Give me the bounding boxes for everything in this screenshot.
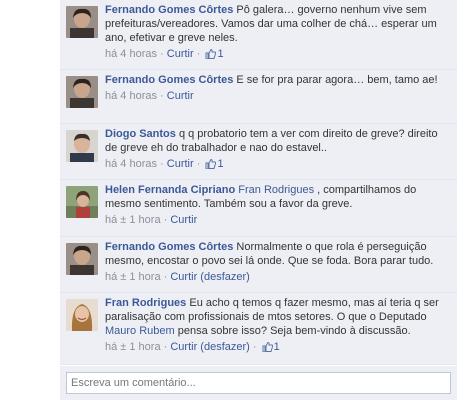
like-link[interactable]: Curtir: [170, 214, 197, 226]
comment: Fernando Gomes Côrtes E se for pra parar…: [60, 70, 457, 124]
like-count[interactable]: 1: [217, 48, 223, 60]
avatar[interactable]: [66, 243, 98, 275]
unlike-link[interactable]: Curtir (desfazer): [170, 341, 249, 353]
meta-separator: ·: [156, 48, 167, 60]
comment-time: há 4 horas: [105, 90, 157, 102]
comment-author[interactable]: Fernando Gomes Côrtes: [105, 74, 233, 86]
comment-text: E se for pra parar agora… bem, tamo ae!: [233, 74, 438, 86]
comment-author[interactable]: Helen Fernanda Cipriano: [105, 184, 235, 196]
comment-meta: há ± 1 hora · Curtir (desfazer) · 1: [105, 340, 449, 356]
comment-time: há ± 1 hora: [105, 214, 161, 226]
comment-body: Helen Fernanda Cipriano Fran Rodrigues ,…: [105, 180, 457, 227]
mention-link[interactable]: Fran Rodrigues: [238, 184, 314, 196]
comment-meta: há ± 1 hora · Curtir (desfazer): [105, 270, 449, 284]
like-link[interactable]: Curtir: [167, 90, 194, 102]
comment: Helen Fernanda Cipriano Fran Rodrigues ,…: [60, 180, 457, 237]
thumbs-up-icon[interactable]: [262, 341, 273, 356]
comment-body: Fernando Gomes Côrtes Pô galera… governo…: [105, 0, 457, 63]
meta-separator: ·: [193, 48, 204, 60]
meta-separator: ·: [193, 158, 204, 170]
comment-thread: Fernando Gomes Côrtes Pô galera… governo…: [60, 0, 457, 365]
comment-time: há 4 horas: [105, 158, 157, 170]
comment-meta: há 4 horas · Curtir · 1: [105, 47, 449, 63]
avatar[interactable]: [66, 299, 98, 331]
like-link[interactable]: Curtir: [167, 48, 194, 60]
comment-body: Fernando Gomes Côrtes E se for pra parar…: [105, 70, 457, 103]
like-count[interactable]: 1: [217, 158, 223, 170]
meta-separator: ·: [160, 271, 171, 283]
comment-body: Fernando Gomes Côrtes Normalmente o que …: [105, 237, 457, 284]
meta-separator: ·: [156, 90, 167, 102]
comment-author[interactable]: Fernando Gomes Côrtes: [105, 241, 233, 253]
comment-author[interactable]: Diogo Santos: [105, 128, 176, 140]
avatar[interactable]: [66, 6, 98, 38]
comment: Fernando Gomes Côrtes Normalmente o que …: [60, 237, 457, 293]
comment-time: há 4 horas: [105, 48, 157, 60]
comment-author[interactable]: Fran Rodrigues: [105, 297, 186, 309]
comment: Diogo Santos q q probatorio tem a ver co…: [60, 124, 457, 180]
comment-time: há ± 1 hora: [105, 341, 161, 353]
comment-text: pensa sobre isso? Seja bem-vindo à discu…: [174, 325, 411, 337]
meta-separator: ·: [160, 214, 171, 226]
comment: Fran Rodrigues Eu acho q temos q fazer m…: [60, 293, 457, 365]
meta-separator: ·: [249, 341, 260, 353]
unlike-link[interactable]: Curtir (desfazer): [170, 271, 249, 283]
like-link[interactable]: Curtir: [167, 158, 194, 170]
comment-body: Diogo Santos q q probatorio tem a ver co…: [105, 124, 457, 173]
meta-separator: ·: [160, 341, 171, 353]
comment: Fernando Gomes Côrtes Pô galera… governo…: [60, 0, 457, 70]
avatar[interactable]: [66, 130, 98, 162]
mention-link[interactable]: Mauro Rubem: [105, 325, 175, 337]
comment-input[interactable]: [66, 372, 451, 394]
write-comment-box: [60, 366, 457, 400]
thumbs-up-icon[interactable]: [205, 48, 217, 63]
avatar[interactable]: [66, 76, 98, 108]
like-count[interactable]: 1: [274, 341, 280, 353]
avatar[interactable]: [66, 186, 98, 218]
comment-body: Fran Rodrigues Eu acho q temos q fazer m…: [105, 293, 457, 356]
meta-separator: ·: [156, 158, 167, 170]
comment-author[interactable]: Fernando Gomes Côrtes: [105, 4, 233, 16]
thumbs-up-icon[interactable]: [205, 158, 217, 173]
comment-meta: há 4 horas · Curtir: [105, 89, 449, 103]
comment-time: há ± 1 hora: [105, 271, 161, 283]
comment-meta: há 4 horas · Curtir · 1: [105, 157, 449, 173]
comment-meta: há ± 1 hora · Curtir: [105, 213, 449, 227]
